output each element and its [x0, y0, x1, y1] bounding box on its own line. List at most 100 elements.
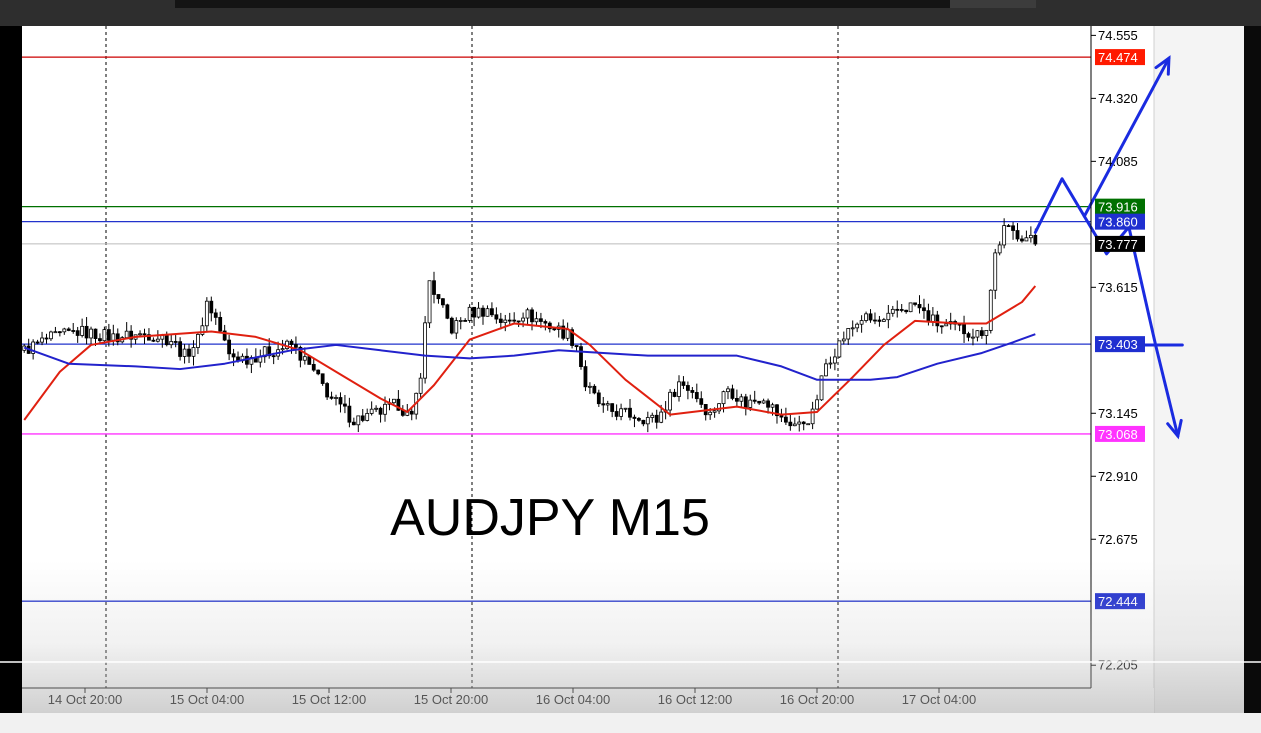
side-panel	[1154, 26, 1244, 714]
candle-body	[610, 403, 615, 412]
candle-body	[632, 416, 637, 419]
candle-body	[173, 341, 178, 343]
candle-body	[204, 300, 209, 327]
candle-body	[302, 356, 307, 361]
candle-body	[378, 407, 383, 415]
candle-body	[98, 338, 102, 342]
candle-body	[1028, 234, 1033, 239]
candle-body	[169, 341, 174, 346]
candle-body	[592, 385, 597, 394]
candle-body	[766, 400, 770, 408]
candle-body	[926, 310, 931, 323]
candle-body	[231, 353, 236, 358]
price-label: 73.860	[1098, 215, 1138, 230]
candle-body	[164, 335, 169, 346]
candle-body	[659, 411, 664, 423]
candle-body	[806, 423, 811, 426]
candle-body	[449, 317, 454, 334]
candle-body	[783, 416, 788, 423]
candle-body	[712, 410, 717, 413]
candle-body	[454, 320, 459, 334]
candle-body	[347, 405, 352, 423]
candle-body	[868, 313, 873, 321]
candle-body	[89, 328, 93, 339]
candle-body	[75, 330, 80, 336]
candle-body	[191, 347, 196, 357]
candle-body	[445, 304, 450, 319]
audjpy-m15-chart[interactable]: 74.555 74.320 74.085 73.615 73.145 72.910 72.6…	[0, 0, 1244, 714]
candle-body	[93, 328, 98, 339]
candle-body	[325, 383, 330, 398]
candle-body	[196, 334, 200, 348]
candle-body	[837, 340, 842, 358]
candle-body	[645, 417, 650, 425]
price-label: 74.474	[1098, 50, 1138, 65]
candle-body	[343, 403, 347, 407]
candle-body	[1002, 225, 1007, 246]
candle-body	[623, 407, 628, 410]
candle-body	[62, 328, 67, 333]
candle-body	[770, 404, 775, 408]
candle-body	[881, 319, 886, 322]
candle-body	[1006, 225, 1011, 227]
y-tick-label: 74.085	[1098, 154, 1138, 169]
candle-body	[316, 369, 321, 375]
candle-body	[904, 309, 909, 313]
candle-body	[877, 319, 882, 322]
candle-body	[757, 400, 762, 404]
candle-body	[890, 308, 895, 314]
candle-body	[383, 403, 387, 415]
candle-body	[993, 252, 998, 291]
candle-body	[289, 340, 294, 345]
candle-body	[832, 356, 837, 364]
x-tick-label: 14 Oct 20:00	[48, 692, 122, 707]
candle-body	[815, 399, 819, 410]
x-tick-label: 16 Oct 04:00	[536, 692, 610, 707]
candle-body	[498, 318, 503, 323]
x-tick-label: 16 Oct 12:00	[658, 692, 732, 707]
candle-body	[418, 377, 423, 394]
candle-body	[672, 391, 677, 397]
candle-body	[458, 320, 463, 322]
candle-body	[1020, 238, 1024, 242]
candle-body	[521, 317, 525, 322]
candle-body	[374, 407, 379, 410]
candle-body	[899, 309, 904, 311]
candle-body	[432, 280, 436, 295]
candle-body	[628, 407, 632, 418]
price-label: 73.777	[1098, 237, 1138, 252]
candle-body	[984, 329, 989, 336]
candle-body	[685, 385, 690, 391]
candle-body	[485, 308, 490, 317]
right-window-edge	[1244, 26, 1261, 714]
candle-body	[801, 421, 806, 425]
candle-body	[160, 335, 165, 340]
candle-body	[467, 306, 472, 321]
candle-body	[503, 319, 508, 323]
candle-body	[102, 329, 107, 342]
candle-body	[525, 309, 530, 319]
candle-body	[681, 381, 686, 386]
candle-body	[338, 397, 343, 405]
y-tick-label: 74.320	[1098, 91, 1138, 106]
candle-body	[360, 415, 365, 421]
candle-body	[142, 333, 147, 336]
candle-body	[209, 300, 214, 314]
candle-body	[1011, 225, 1015, 231]
y-tick-label: 73.615	[1098, 280, 1138, 295]
candle-body	[155, 338, 160, 342]
candle-body	[369, 408, 374, 414]
candle-body	[539, 318, 543, 322]
candle-body	[476, 307, 481, 318]
price-label: 73.403	[1098, 337, 1138, 352]
candle-body	[311, 364, 316, 371]
candle-body	[895, 308, 900, 311]
y-tick-label: 72.675	[1098, 532, 1138, 547]
candle-body	[218, 316, 223, 332]
candle-body	[699, 398, 704, 405]
y-tick-label: 72.910	[1098, 469, 1138, 484]
candle-body	[913, 302, 917, 305]
candle-body	[855, 323, 860, 329]
candle-body	[66, 328, 71, 331]
candle-body	[356, 415, 361, 426]
